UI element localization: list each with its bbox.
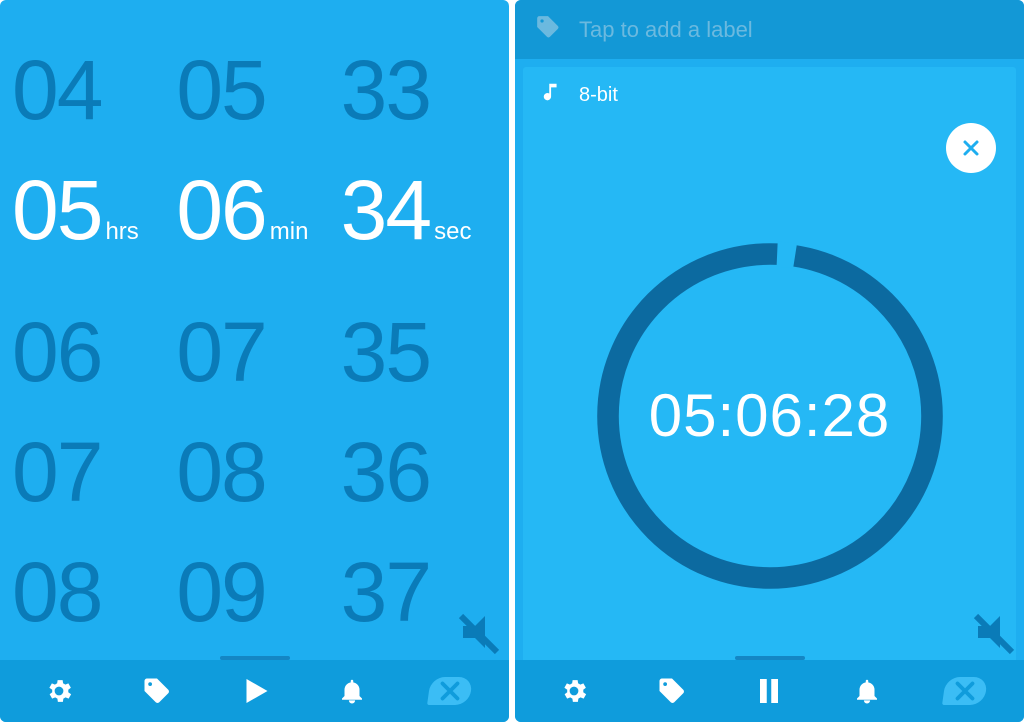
bell-button[interactable]: [328, 667, 376, 715]
label-placeholder: Tap to add a label: [579, 17, 753, 43]
minutes-column[interactable]: 04 05 06min 07 08 09: [170, 0, 334, 722]
play-button[interactable]: [230, 667, 278, 715]
mute-icon[interactable]: [453, 608, 501, 656]
clear-pill-icon: [427, 677, 473, 705]
settings-button[interactable]: [35, 667, 83, 715]
pause-button[interactable]: [745, 667, 793, 715]
hours-option[interactable]: 03: [12, 0, 101, 30]
hours-option[interactable]: 07: [12, 412, 101, 532]
time-picker[interactable]: 03 04 05hrs 06 07 08 04 05 06min 07: [0, 0, 509, 722]
hours-option[interactable]: 04: [12, 30, 101, 150]
remaining-time: 05:06:28: [590, 236, 950, 596]
hours-option[interactable]: 08: [12, 532, 101, 652]
minutes-option[interactable]: 09: [176, 532, 265, 652]
clear-button[interactable]: [426, 667, 474, 715]
toolbar: [515, 660, 1024, 722]
toolbar: [0, 660, 509, 722]
seconds-option[interactable]: 37: [341, 532, 430, 652]
seconds-option[interactable]: 35: [341, 292, 430, 412]
bell-button[interactable]: [843, 667, 891, 715]
label-bar[interactable]: Tap to add a label: [515, 0, 1024, 59]
tag-icon: [535, 14, 561, 45]
minutes-option[interactable]: 07: [176, 292, 265, 412]
minutes-option[interactable]: 08: [176, 412, 265, 532]
progress-ring: 05:06:28: [523, 117, 1016, 714]
sound-name: 8-bit: [579, 84, 618, 107]
seconds-option[interactable]: 36: [341, 412, 430, 532]
clear-button[interactable]: [941, 667, 989, 715]
sound-row[interactable]: 8-bit: [523, 67, 1016, 117]
seconds-selected[interactable]: 34sec: [341, 150, 472, 292]
clear-pill-icon: [942, 677, 988, 705]
screen-timer-picker: 03 04 05hrs 06 07 08 04 05 06min 07: [0, 0, 509, 722]
hours-selected[interactable]: 05hrs: [12, 150, 139, 292]
minutes-option[interactable]: 05: [176, 30, 265, 150]
seconds-option[interactable]: 33: [341, 30, 430, 150]
timer-card: 8-bit 05:06:28: [523, 67, 1016, 714]
music-note-icon: [541, 81, 563, 109]
tag-button[interactable]: [133, 667, 181, 715]
settings-button[interactable]: [550, 667, 598, 715]
hours-column[interactable]: 03 04 05hrs 06 07 08: [6, 0, 170, 722]
hours-option[interactable]: 06: [12, 292, 101, 412]
tag-button[interactable]: [648, 667, 696, 715]
minutes-option[interactable]: 04: [176, 0, 265, 30]
seconds-option[interactable]: 32: [341, 0, 430, 30]
mute-icon[interactable]: [968, 608, 1016, 656]
screen-timer-running: Tap to add a label 8-bit 0: [515, 0, 1024, 722]
minutes-selected[interactable]: 06min: [176, 150, 308, 292]
